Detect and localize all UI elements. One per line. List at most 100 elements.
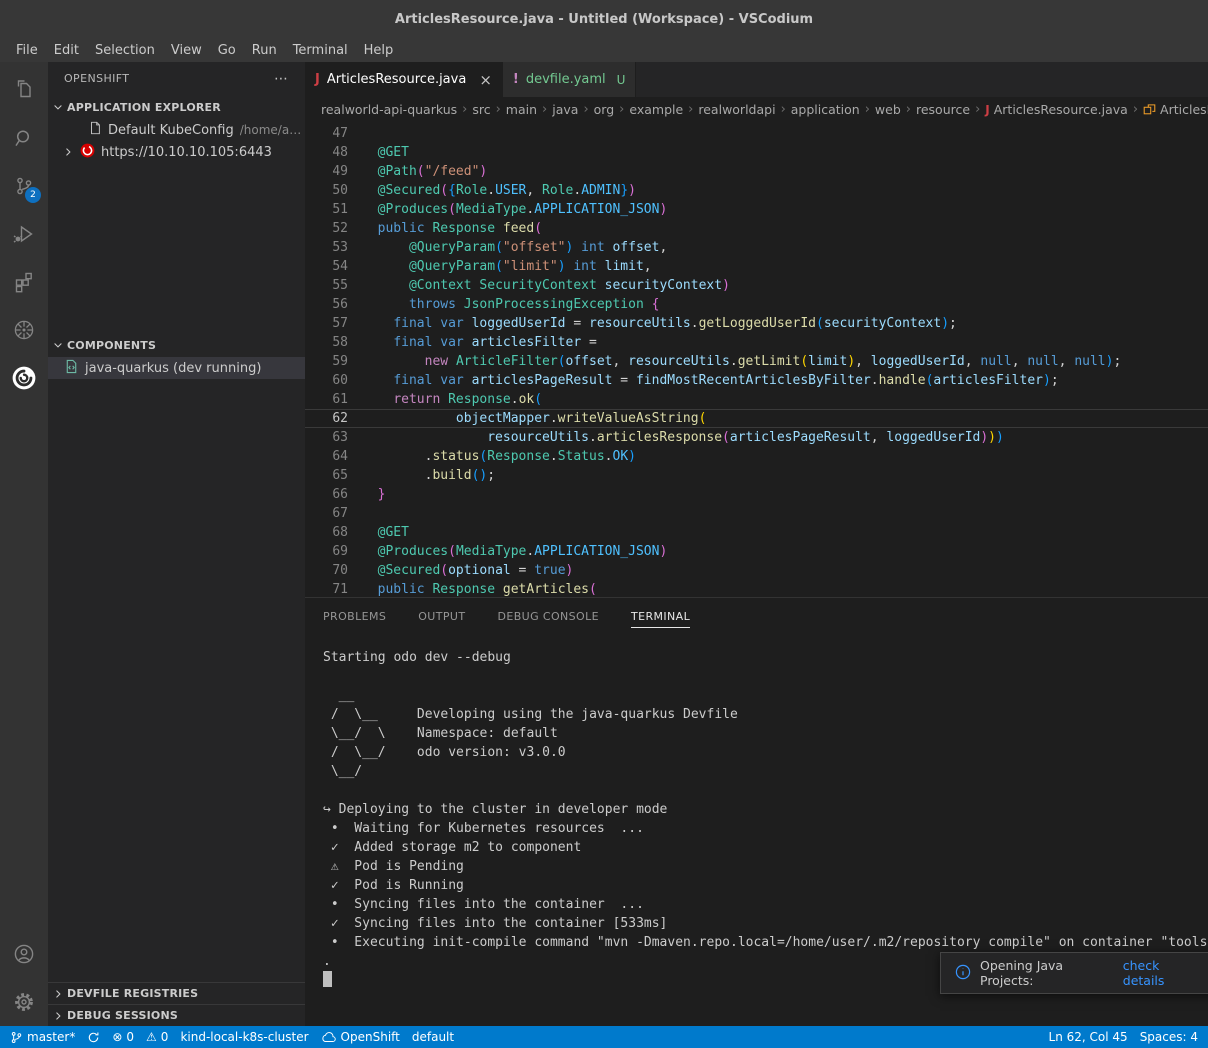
code-line[interactable]: 50 @Secured({Role.USER, Role.ADMIN}) (305, 181, 1208, 200)
status-item-warnings[interactable]: ⚠0 (140, 1030, 174, 1044)
explorer-icon[interactable] (0, 66, 48, 114)
code-text: public Response getArticles( (348, 580, 597, 597)
breadcrumb-item[interactable]: resource (916, 102, 970, 117)
code-line[interactable]: 60 final var articlesPageResult = findMo… (305, 371, 1208, 390)
line-number: 57 (305, 314, 348, 333)
code-line[interactable]: 47 (305, 124, 1208, 143)
code-line[interactable]: 66 } (305, 485, 1208, 504)
status-item-indentation[interactable]: Spaces: 4 (1134, 1030, 1204, 1044)
panel-tab-output[interactable]: OUTPUT (418, 605, 465, 628)
code-line[interactable]: 70 @Secured(optional = true) (305, 561, 1208, 580)
code-line[interactable]: 63 resourceUtils.articlesResponse(articl… (305, 428, 1208, 447)
account-icon[interactable] (0, 930, 48, 978)
panel-tab-debug-console[interactable]: DEBUG CONSOLE (497, 605, 599, 628)
section-debug-sessions[interactable]: DEBUG SESSIONS (48, 1004, 305, 1026)
breadcrumb-separator: › (863, 102, 872, 117)
java-file-icon: J (315, 72, 320, 87)
section-devfile-registries[interactable]: DEVFILE REGISTRIES (48, 982, 305, 1004)
cloud-icon (321, 1031, 337, 1044)
code-line[interactable]: 56 throws JsonProcessingException { (305, 295, 1208, 314)
code-text: @Path("/feed") (348, 162, 487, 181)
code-line[interactable]: 68 @GET (305, 523, 1208, 542)
line-number: 50 (305, 181, 348, 200)
code-line[interactable]: 65 .build(); (305, 466, 1208, 485)
status-item-git-branch[interactable]: master* (4, 1030, 81, 1044)
tree-item-cluster[interactable]: https://10.10.10.105:6443 (48, 141, 305, 163)
code-line[interactable]: 62 objectMapper.writeValueAsString( (305, 409, 1208, 428)
search-icon[interactable] (0, 114, 48, 162)
breadcrumb-separator: › (779, 102, 788, 117)
code-text: .build(); (348, 466, 495, 485)
status-item-cursor-position[interactable]: Ln 62, Col 45 (1043, 1030, 1134, 1044)
extensions-icon[interactable] (0, 258, 48, 306)
tree-item-component[interactable]: java-quarkus (dev running) (48, 357, 305, 379)
tab-articlesresource-java[interactable]: J ArticlesResource.java × (305, 62, 503, 97)
code-line[interactable]: 64 .status(Response.Status.OK) (305, 447, 1208, 466)
menu-item-view[interactable]: View (163, 43, 210, 58)
menu-item-terminal[interactable]: Terminal (285, 43, 356, 58)
tab-devfile-yaml[interactable]: ! devfile.yaml U (503, 62, 637, 97)
code-line[interactable]: 69 @Produces(MediaType.APPLICATION_JSON) (305, 542, 1208, 561)
code-line[interactable]: 61 return Response.ok( (305, 390, 1208, 409)
code-line[interactable]: 71 public Response getArticles( (305, 580, 1208, 597)
code-line[interactable]: 48 @GET (305, 143, 1208, 162)
menu-item-help[interactable]: Help (356, 43, 402, 58)
terminal-line: ⚠ Pod is Pending (323, 857, 1208, 876)
code-line[interactable]: 53 @QueryParam("offset") int offset, (305, 238, 1208, 257)
panel-tab-problems[interactable]: PROBLEMS (323, 605, 386, 628)
menu-item-run[interactable]: Run (244, 43, 285, 58)
terminal-line: • Syncing files into the container ... (323, 895, 1208, 914)
breadcrumb-item[interactable]: web (875, 102, 901, 117)
breadcrumb-item[interactable]: main (506, 102, 537, 117)
panel-tab-terminal[interactable]: TERMINAL (631, 605, 690, 628)
status-item-sync[interactable] (81, 1031, 106, 1044)
settings-gear-icon[interactable] (0, 978, 48, 1026)
run-debug-icon[interactable] (0, 210, 48, 258)
code-line[interactable]: 55 @Context SecurityContext securityCont… (305, 276, 1208, 295)
menu-item-go[interactable]: Go (210, 43, 244, 58)
status-item-namespace[interactable]: default (406, 1030, 460, 1044)
code-text: throws JsonProcessingException { (348, 295, 659, 314)
code-text: @GET (348, 523, 409, 542)
breadcrumb-item[interactable]: realworld-api-quarkus (321, 102, 457, 117)
breadcrumb-item[interactable]: example (629, 102, 683, 117)
menu-item-selection[interactable]: Selection (87, 43, 163, 58)
openshift-icon[interactable] (0, 354, 48, 402)
check-details-link[interactable]: check details (1123, 958, 1201, 988)
code-line[interactable]: 54 @QueryParam("limit") int limit, (305, 257, 1208, 276)
breadcrumb-item[interactable]: java (552, 102, 578, 117)
breadcrumb-item[interactable]: org (594, 102, 615, 117)
code-line[interactable]: 57 final var loggedUserId = resourceUtil… (305, 314, 1208, 333)
code-editor[interactable]: 4748 @GET49 @Path("/feed")50 @Secured({R… (305, 122, 1208, 597)
more-actions-icon[interactable]: ⋯ (274, 71, 289, 87)
code-line[interactable]: 67 (305, 504, 1208, 523)
breadcrumb-item[interactable]: application (791, 102, 860, 117)
kubernetes-icon[interactable] (0, 306, 48, 354)
terminal-line: ✓ Syncing files into the container [533m… (323, 914, 1208, 933)
close-icon[interactable]: × (479, 71, 492, 89)
menu-item-file[interactable]: File (8, 43, 46, 58)
breadcrumb-item[interactable]: realworldapi (698, 102, 775, 117)
section-components[interactable]: COMPONENTS (48, 333, 305, 357)
status-item-cluster-context[interactable]: kind-local-k8s-cluster (174, 1030, 314, 1044)
code-line[interactable]: 58 final var articlesFilter = (305, 333, 1208, 352)
menu-item-edit[interactable]: Edit (46, 43, 87, 58)
breadcrumb-separator: › (973, 102, 982, 117)
code-line[interactable]: 52 public Response feed( (305, 219, 1208, 238)
breadcrumb-item[interactable]: ArticlesResource (1143, 102, 1208, 118)
terminal-line: __ (323, 686, 1208, 705)
tree-item-kubeconfig[interactable]: Default KubeConfig /home/aso... (48, 119, 305, 141)
source-control-icon[interactable]: 2 (0, 162, 48, 210)
code-line[interactable]: 59 new ArticleFilter(offset, resourceUti… (305, 352, 1208, 371)
code-line[interactable]: 51 @Produces(MediaType.APPLICATION_JSON) (305, 200, 1208, 219)
status-item-openshift[interactable]: OpenShift (315, 1030, 406, 1044)
breadcrumb-item[interactable]: src (472, 102, 490, 117)
section-application-explorer[interactable]: APPLICATION EXPLORER (48, 95, 305, 119)
code-text: @Secured({Role.USER, Role.ADMIN}) (348, 181, 636, 200)
notification-toast[interactable]: Opening Java Projects: check details (940, 952, 1208, 994)
breadcrumb-separator: › (460, 102, 469, 117)
status-item-errors[interactable]: ⊗0 (106, 1030, 140, 1044)
code-line[interactable]: 49 @Path("/feed") (305, 162, 1208, 181)
code-text: final var loggedUserId = resourceUtils.g… (348, 314, 957, 333)
breadcrumb-item[interactable]: JArticlesResource.java (985, 102, 1128, 117)
